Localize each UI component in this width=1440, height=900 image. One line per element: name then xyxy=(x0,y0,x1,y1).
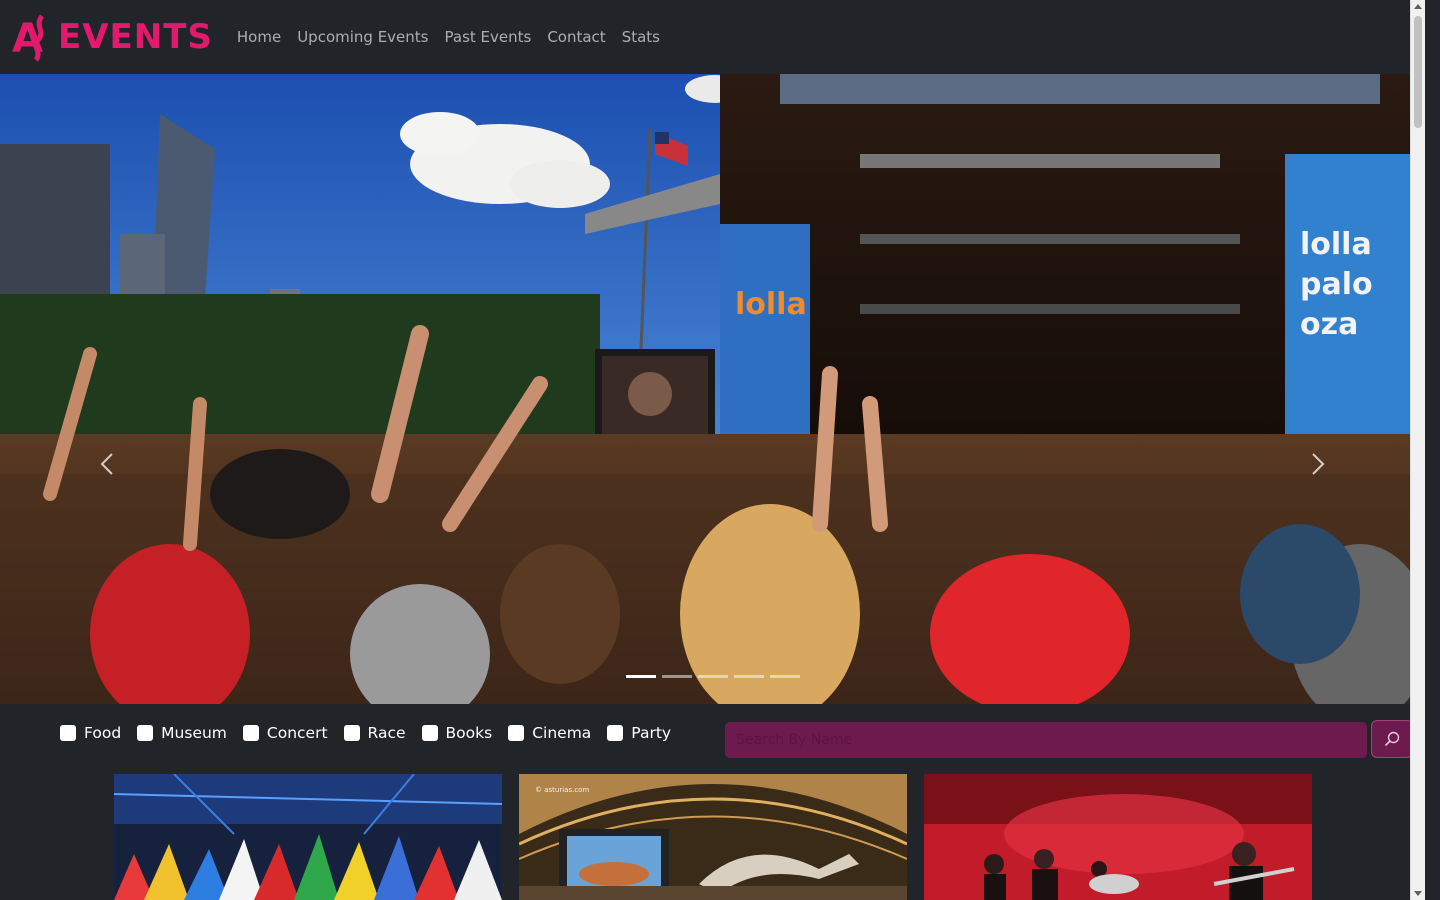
carousel-indicator-3[interactable] xyxy=(698,675,728,678)
scrollbar-thumb[interactable] xyxy=(1414,16,1422,128)
category-label: Race xyxy=(367,724,406,742)
carousel-indicators xyxy=(626,675,800,678)
checkbox[interactable] xyxy=(607,725,624,741)
nav-contact[interactable]: Contact xyxy=(539,28,613,46)
category-concert[interactable]: Concert xyxy=(242,724,328,742)
category-label: Concert xyxy=(266,724,328,742)
logo-text: EVENTS xyxy=(58,17,213,57)
carousel-prev-button[interactable] xyxy=(99,452,115,476)
svg-text:oza: oza xyxy=(1300,307,1358,342)
nav-upcoming-events[interactable]: Upcoming Events xyxy=(289,28,436,46)
flags-event-image xyxy=(114,774,502,900)
checkbox[interactable] xyxy=(242,725,259,741)
page-scrollbar[interactable] xyxy=(1410,0,1425,900)
checkbox[interactable] xyxy=(508,725,525,741)
scroll-up-icon[interactable] xyxy=(1414,4,1422,9)
checkbox[interactable] xyxy=(421,725,438,741)
category-filters: Food Museum Concert Race Books Cinema Pa… xyxy=(60,724,671,742)
category-label: Cinema xyxy=(532,724,592,742)
logo-a-icon: A xyxy=(12,14,45,62)
concert-event-image xyxy=(924,774,1312,900)
nav-stats[interactable]: Stats xyxy=(614,28,668,46)
event-card-3[interactable] xyxy=(924,774,1312,900)
carousel-indicator-5[interactable] xyxy=(770,675,800,678)
nav-home[interactable]: Home xyxy=(235,28,289,46)
chevron-right-icon xyxy=(1312,453,1325,475)
event-card-1[interactable] xyxy=(114,774,502,900)
svg-text:palo: palo xyxy=(1300,267,1373,302)
event-card-2[interactable]: © asturias.com xyxy=(519,774,907,900)
nav-past-events[interactable]: Past Events xyxy=(437,28,540,46)
search-icon xyxy=(1384,731,1400,747)
search-button[interactable] xyxy=(1371,720,1413,758)
nav-links: Home Upcoming Events Past Events Contact… xyxy=(235,28,668,46)
category-label: Books xyxy=(445,724,493,742)
category-museum[interactable]: Museum xyxy=(137,724,227,742)
chevron-left-icon xyxy=(100,453,113,475)
watermark-text: © asturias.com xyxy=(535,786,589,794)
carousel-next-button[interactable] xyxy=(1310,452,1326,476)
checkbox[interactable] xyxy=(343,725,360,741)
category-books[interactable]: Books xyxy=(421,724,493,742)
brand-logo[interactable]: A EVENTS xyxy=(12,12,213,62)
event-cards: © asturias.com xyxy=(0,774,1425,900)
carousel-indicator-1[interactable] xyxy=(626,675,656,678)
filter-bar: Food Museum Concert Race Books Cinema Pa… xyxy=(0,704,1425,774)
category-party[interactable]: Party xyxy=(607,724,671,742)
scroll-down-icon[interactable] xyxy=(1414,891,1422,896)
checkbox[interactable] xyxy=(60,725,76,741)
category-cinema[interactable]: Cinema xyxy=(508,724,591,742)
carousel-indicator-2[interactable] xyxy=(662,675,692,678)
festival-crowd-image: lolla lolla palo oza xyxy=(0,74,1425,704)
checkbox[interactable] xyxy=(137,725,154,741)
hero-carousel: lolla lolla palo oza xyxy=(0,74,1425,704)
svg-text:lolla: lolla xyxy=(1300,227,1372,262)
stage-banner-left: lolla xyxy=(735,287,807,322)
category-race[interactable]: Race xyxy=(343,724,406,742)
category-label: Party xyxy=(631,724,672,742)
page: A EVENTS Home Upcoming Events Past Event… xyxy=(0,0,1425,900)
navbar: A EVENTS Home Upcoming Events Past Event… xyxy=(0,0,1425,74)
museum-event-image: © asturias.com xyxy=(519,774,907,900)
category-label: Museum xyxy=(161,724,227,742)
search-input[interactable] xyxy=(725,722,1367,758)
carousel-indicator-4[interactable] xyxy=(734,675,764,678)
category-label: Food xyxy=(84,724,122,742)
category-food[interactable]: Food xyxy=(60,724,121,742)
